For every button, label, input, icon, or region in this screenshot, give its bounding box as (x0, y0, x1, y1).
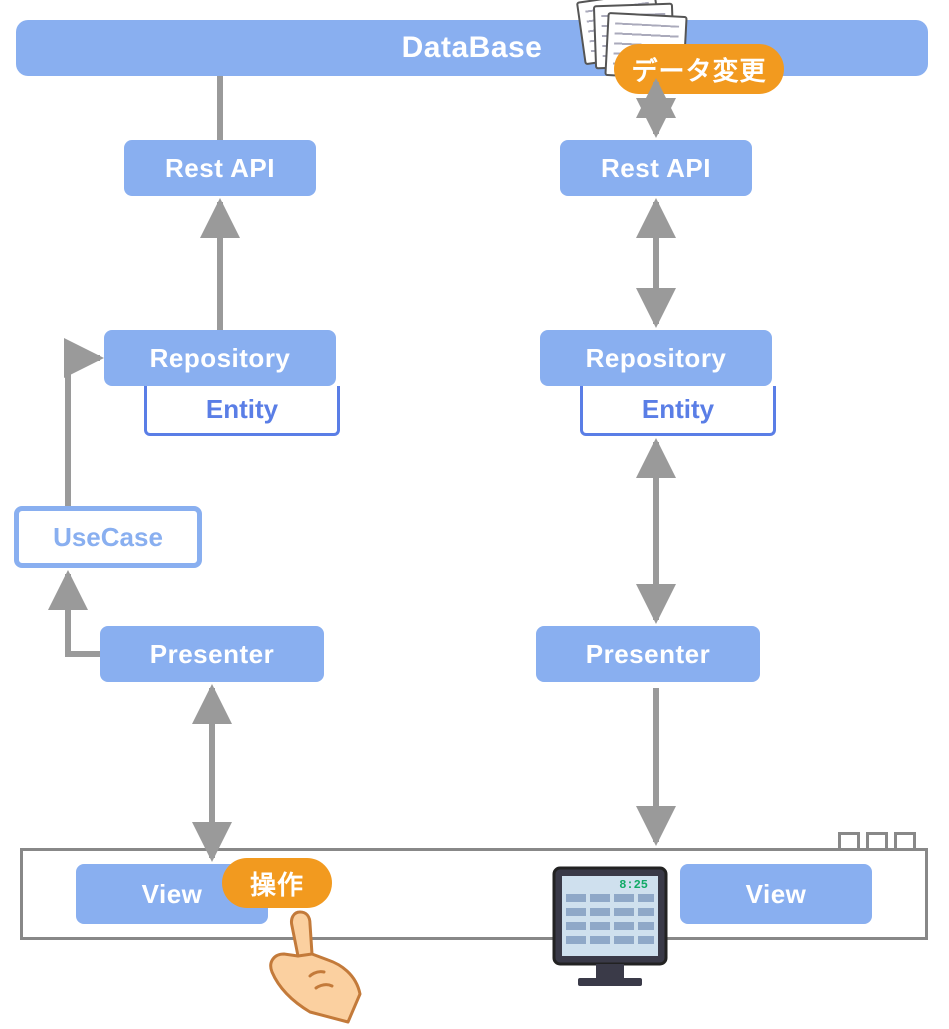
right-view-box: View (680, 864, 872, 924)
database-box: DataBase (16, 20, 928, 76)
left-repository-label: Repository (150, 343, 291, 374)
right-presenter-label: Presenter (586, 639, 710, 670)
left-view-label: View (142, 879, 203, 910)
operate-badge: 操作 (222, 858, 332, 908)
right-presenter-box: Presenter (536, 626, 760, 682)
right-view-label: View (746, 879, 807, 910)
left-presenter-label: Presenter (150, 639, 274, 670)
usecase-box: UseCase (14, 506, 202, 568)
monitor-icon: 8:25 (548, 862, 678, 1007)
window-tab (838, 832, 860, 848)
right-entity-label: Entity (642, 394, 714, 425)
left-repository-box: Repository (104, 330, 336, 386)
usecase-label: UseCase (53, 522, 163, 553)
right-repository-box: Repository (540, 330, 772, 386)
right-entity-box: Entity (580, 386, 776, 436)
window-tab (866, 832, 888, 848)
right-restapi-label: Rest API (601, 153, 711, 184)
operate-label: 操作 (250, 865, 304, 902)
left-restapi-label: Rest API (165, 153, 275, 184)
right-restapi-box: Rest API (560, 140, 752, 196)
hand-icon (260, 904, 370, 1029)
left-entity-box: Entity (144, 386, 340, 436)
window-tab (894, 832, 916, 848)
database-label: DataBase (402, 31, 543, 65)
right-repository-label: Repository (586, 343, 727, 374)
left-restapi-box: Rest API (124, 140, 316, 196)
data-change-badge: データ変更 (614, 44, 784, 94)
left-entity-label: Entity (206, 394, 278, 425)
data-change-label: データ変更 (631, 51, 766, 88)
left-presenter-box: Presenter (100, 626, 324, 682)
view-window-tabs (838, 832, 916, 848)
monitor-time: 8:25 (619, 878, 648, 892)
